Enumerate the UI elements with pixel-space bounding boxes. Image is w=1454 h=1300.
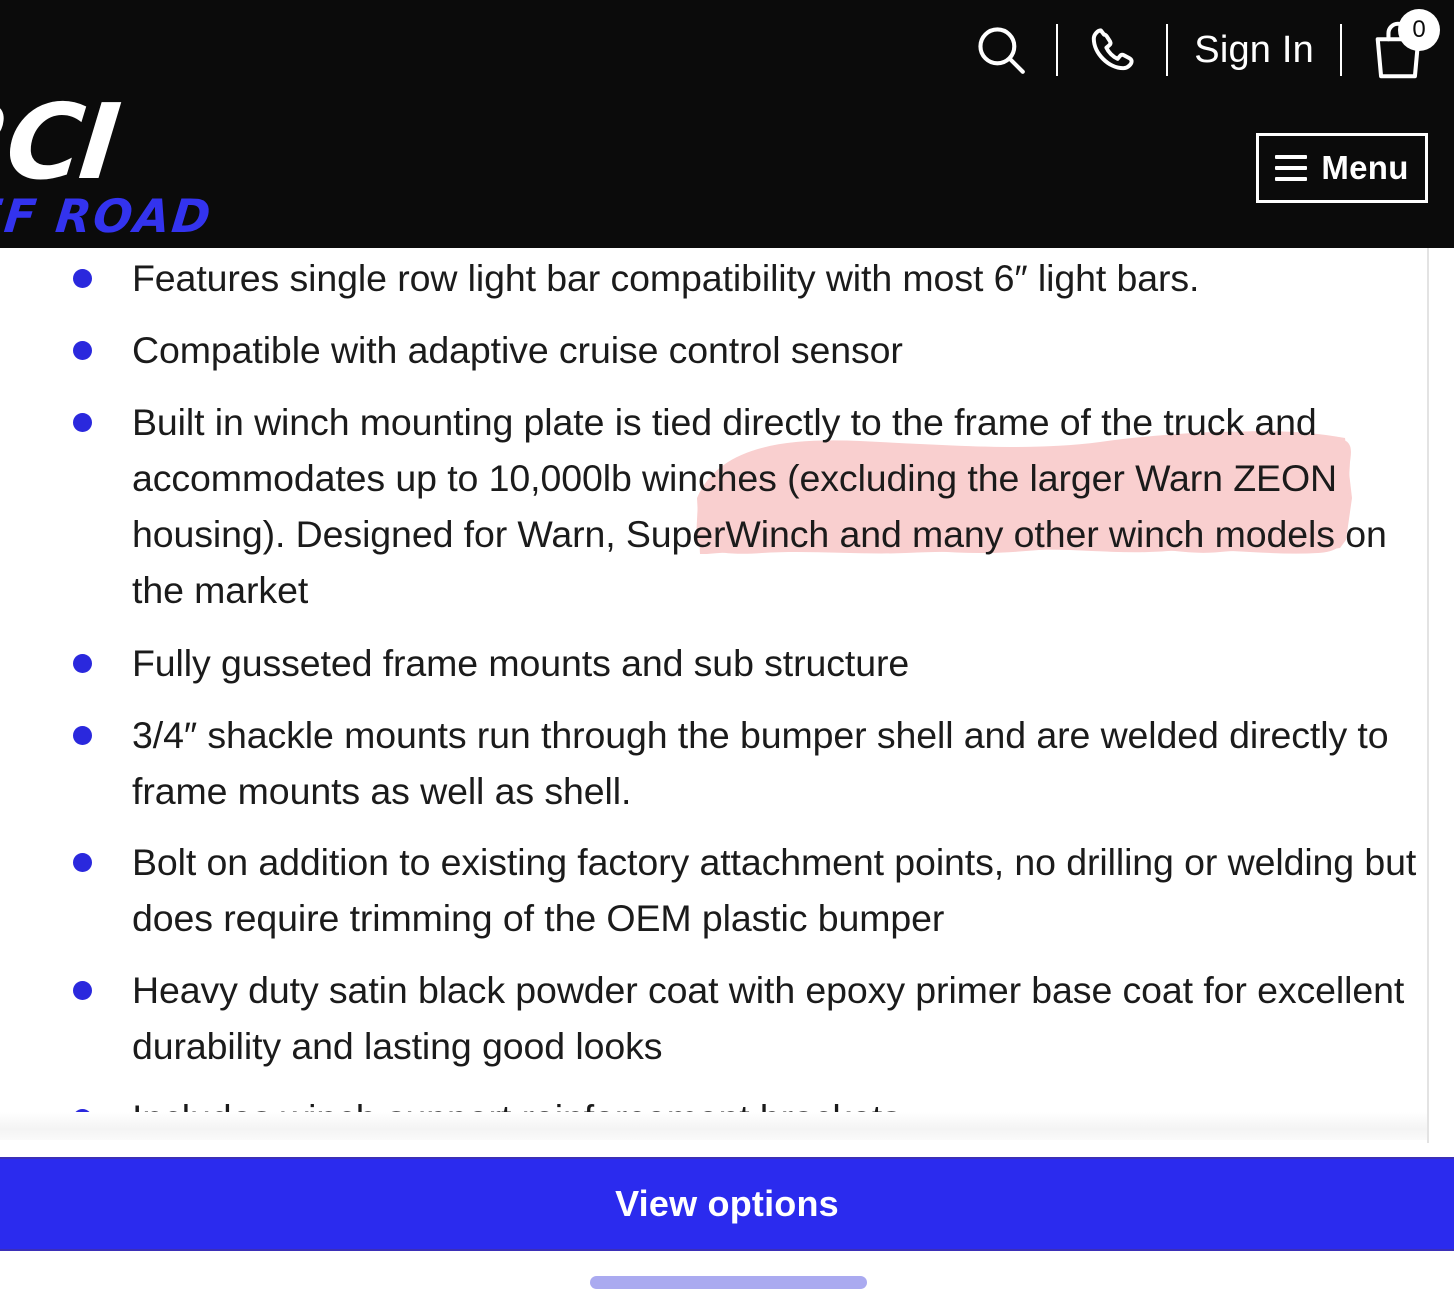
cart-count-badge: 0 [1398, 9, 1440, 51]
cart-icon-wrap: 0 [1368, 9, 1440, 81]
menu-button-label: Menu [1321, 149, 1409, 186]
logo-tagline: OFF ROAD [0, 188, 216, 243]
list-item: Bolt on addition to existing factory att… [0, 834, 1428, 946]
hamburger-icon [1275, 155, 1308, 181]
list-item: Fully gusseted frame mounts and sub stru… [0, 635, 1428, 691]
bullet-text: Bolt on addition to existing factory att… [132, 841, 1417, 939]
view-options-label: View options [615, 1183, 839, 1224]
list-item: Compatible with adaptive cruise control … [0, 322, 1428, 378]
header-utility-bar: Sign In 0 [946, 0, 1454, 100]
view-options-button[interactable]: View options [0, 1157, 1454, 1251]
list-item: 3/4″ shackle mounts run through the bump… [0, 707, 1428, 819]
bullet-text: Features single row light bar compatibil… [132, 257, 1200, 299]
feature-bullet-list: Features single row light bar compatibil… [0, 248, 1428, 1138]
content-right-divider [1427, 248, 1429, 1143]
home-indicator [590, 1276, 867, 1289]
logo-wordmark: RCI [0, 81, 123, 203]
site-logo[interactable]: RCI OFF ROAD [0, 81, 260, 243]
sign-in-label: Sign In [1194, 28, 1314, 71]
list-item: Heavy duty satin black powder coat with … [0, 962, 1428, 1074]
search-icon [978, 27, 1026, 74]
site-header: RCI OFF ROAD Sign In 0 Menu [0, 0, 1454, 248]
menu-button[interactable]: Menu [1256, 133, 1428, 203]
search-button[interactable] [946, 15, 1056, 85]
bullet-text: Compatible with adaptive cruise control … [132, 329, 903, 371]
bullet-text: Fully gusseted frame mounts and sub stru… [132, 642, 910, 684]
cart-button[interactable]: 0 [1342, 9, 1440, 85]
bullet-text: Heavy duty satin black powder coat with … [132, 969, 1405, 1067]
list-item: Features single row light bar compatibil… [0, 250, 1428, 306]
list-item: Built in winch mounting plate is tied di… [0, 394, 1428, 618]
sign-in-link[interactable]: Sign In [1168, 15, 1340, 85]
product-features-section: Features single row light bar compatibil… [0, 248, 1428, 1138]
phone-icon [1092, 28, 1134, 71]
page-root: Features single row light bar compatibil… [0, 0, 1454, 1300]
bullet-text: Built in winch mounting plate is tied di… [132, 401, 1387, 611]
content-bottom-fade [0, 1112, 1427, 1140]
phone-link[interactable] [1058, 15, 1166, 85]
bullet-text: 3/4″ shackle mounts run through the bump… [132, 714, 1389, 812]
